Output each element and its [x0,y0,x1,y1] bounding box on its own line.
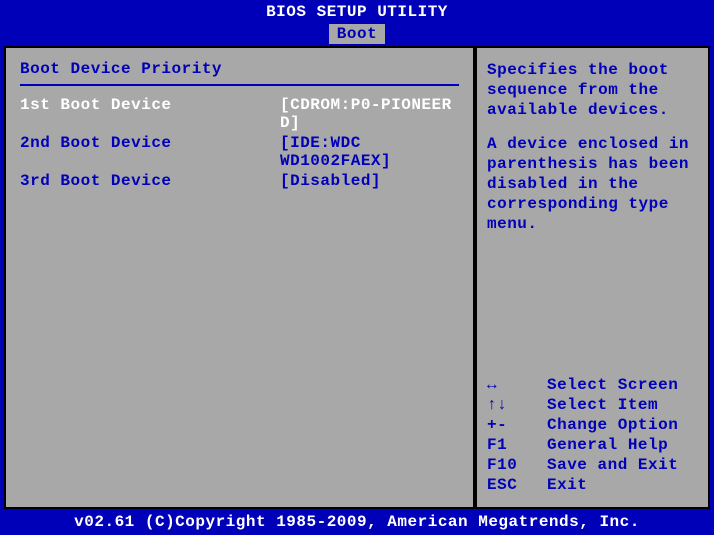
key-hint-exit: ESC Exit [487,475,698,495]
key-hint-general-help: F1 General Help [487,435,698,455]
key-glyph: F10 [487,455,547,475]
section-divider [20,84,459,86]
key-desc: General Help [547,435,668,455]
key-desc: Exit [547,475,587,495]
boot-device-row-2[interactable]: 2nd Boot Device [IDE:WDC WD1002FAEX] [20,134,459,170]
bios-screen: BIOS SETUP UTILITY Boot Boot Device Prio… [0,0,714,535]
key-hint-save-exit: F10 Save and Exit [487,455,698,475]
boot-device-row-3[interactable]: 3rd Boot Device [Disabled] [20,172,459,190]
spacer [487,248,698,375]
key-desc: Select Item [547,395,658,415]
key-hint-select-screen: ↔ Select Screen [487,375,698,395]
boot-device-value: [Disabled] [280,172,459,190]
footer-bar: v02.61 (C)Copyright 1985-2009, American … [0,509,714,535]
title-bar: BIOS SETUP UTILITY [0,0,714,24]
boot-device-value: [IDE:WDC WD1002FAEX] [280,134,459,170]
tab-label: Boot [337,25,377,43]
tab-boot[interactable]: Boot [329,24,385,44]
key-glyph: ↔ [487,375,547,395]
key-hint-select-item: ↑↓ Select Item [487,395,698,415]
help-text-2: A device enclosed in parenthesis has bee… [487,134,698,234]
boot-device-row-1[interactable]: 1st Boot Device [CDROM:P0-PIONEER D] [20,96,459,132]
key-desc: Change Option [547,415,678,435]
boot-device-label: 1st Boot Device [20,96,280,132]
left-panel: Boot Device Priority 1st Boot Device [CD… [4,46,475,509]
footer-text: v02.61 (C)Copyright 1985-2009, American … [74,513,640,531]
right-panel: Specifies the boot sequence from the ava… [475,46,710,509]
key-glyph: +- [487,415,547,435]
tab-row: Boot [0,24,714,46]
main-area: Boot Device Priority 1st Boot Device [CD… [4,46,710,509]
boot-device-label: 2nd Boot Device [20,134,280,170]
boot-device-value: [CDROM:P0-PIONEER D] [280,96,459,132]
key-desc: Select Screen [547,375,678,395]
app-title: BIOS SETUP UTILITY [266,3,448,21]
key-hint-change-option: +- Change Option [487,415,698,435]
key-desc: Save and Exit [547,455,678,475]
key-glyph: F1 [487,435,547,455]
boot-device-label: 3rd Boot Device [20,172,280,190]
section-title: Boot Device Priority [20,60,459,78]
key-glyph: ESC [487,475,547,495]
key-glyph: ↑↓ [487,395,547,415]
help-text-1: Specifies the boot sequence from the ava… [487,60,698,120]
